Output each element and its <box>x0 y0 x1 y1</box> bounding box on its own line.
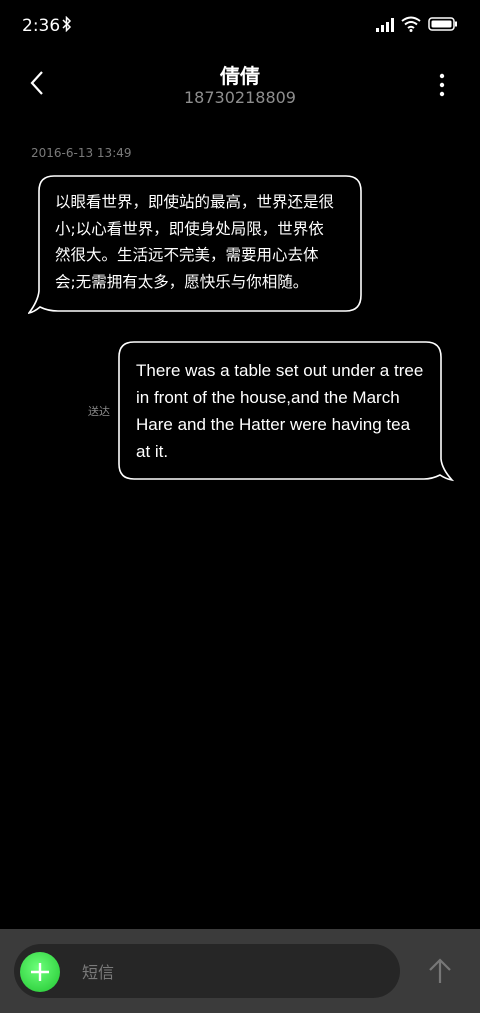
message-line: Hare and the Hatter were having tea <box>136 415 411 434</box>
wifi-icon <box>401 16 421 32</box>
message-timestamp: 2016-6-13 13:49 <box>31 146 132 160</box>
message-line: in front of the house,and the March <box>136 388 400 407</box>
message-composer <box>0 929 480 1013</box>
contact-number: 18730218809 <box>184 88 296 107</box>
composer-field <box>14 944 400 1000</box>
status-bar: 2:36 <box>0 0 480 52</box>
more-options-icon[interactable] <box>430 70 454 100</box>
plus-icon <box>31 963 49 981</box>
message-input[interactable] <box>80 944 384 1000</box>
delivery-status: 送达 <box>88 405 110 418</box>
signal-icon <box>376 18 394 32</box>
message-line: There was a table set out under a tree <box>136 361 424 380</box>
battery-icon <box>428 17 457 31</box>
outgoing-message-bubble[interactable]: There was a table set out under a tree i… <box>118 341 454 484</box>
add-attachment-button[interactable] <box>20 952 60 992</box>
outgoing-message-text: There was a table set out under a tree i… <box>136 357 436 465</box>
bluetooth-icon <box>62 16 72 32</box>
send-arrow-icon[interactable] <box>424 955 456 987</box>
contact-name: 倩倩 <box>220 64 260 88</box>
message-line: 小;以心看世界，即使身处局限，世界依 <box>55 219 324 238</box>
status-time: 2:36 <box>22 16 61 36</box>
message-line: 会;无需拥有太多，愿快乐与你相随。 <box>55 272 309 291</box>
message-line: 然很大。生活远不完美，需要用心去体 <box>55 246 319 264</box>
incoming-message-text: 以眼看世界，即使站的最高，世界还是很 小;以心看世界，即使身处局限，世界依 然很… <box>55 189 350 295</box>
message-line: 以眼看世界，即使站的最高，世界还是很 <box>55 193 335 211</box>
conversation-header: 倩倩 18730218809 <box>0 52 480 122</box>
message-line: at it. <box>136 442 169 461</box>
incoming-message-bubble[interactable]: 以眼看世界，即使站的最高，世界还是很 小;以心看世界，即使身处局限，世界依 然很… <box>28 175 364 317</box>
